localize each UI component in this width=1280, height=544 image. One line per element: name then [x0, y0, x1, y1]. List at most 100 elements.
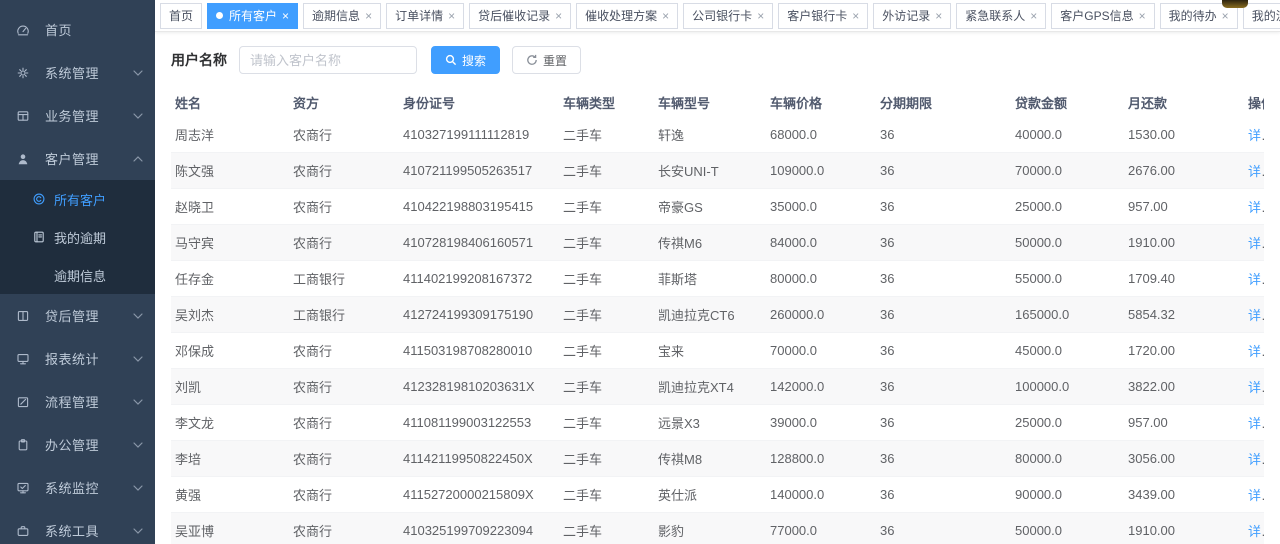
sidebar-item-overdue-info[interactable]: 逾期信息	[0, 256, 155, 294]
sidebar-item-system-tools[interactable]: 系统工具	[0, 509, 155, 544]
tab-postloan-collection-records[interactable]: 贷后催收记录×	[469, 3, 571, 29]
gear-icon	[15, 65, 31, 81]
cell-installments: 36	[876, 117, 1011, 153]
cell-installments: 36	[876, 513, 1011, 544]
cell-id-number: 410325199709223094	[399, 513, 559, 544]
sidebar-nav: 首页系统管理业务管理客户管理所有客户我的逾期逾期信息贷后管理报表统计流程管理办公…	[0, 0, 155, 544]
sidebar-item-label: 系统工具	[45, 521, 133, 540]
tab-list: 首页所有客户×逾期信息×订单详情×贷后催收记录×催收处理方案×公司银行卡×客户银…	[160, 3, 1280, 29]
cell-installments: 36	[876, 297, 1011, 333]
detail-link[interactable]: 详情	[1248, 272, 1264, 287]
cell-loan-amount: 55000.0	[1011, 261, 1124, 297]
detail-link[interactable]: 详情	[1248, 416, 1264, 431]
sidebar-item-home[interactable]: 首页	[0, 8, 155, 51]
report-monitor-icon	[15, 351, 31, 367]
cell-funder: 农商行	[289, 153, 399, 189]
sidebar-item-all-customers[interactable]: 所有客户	[0, 180, 155, 218]
sidebar-item-system-monitor[interactable]: 系统监控	[0, 466, 155, 509]
tab-close-icon[interactable]: ×	[852, 10, 859, 22]
sidebar-item-customer-mgmt[interactable]: 客户管理	[0, 137, 155, 180]
tab-all-customers[interactable]: 所有客户×	[207, 3, 298, 29]
table-row: 吴刘杰工商银行412724199309175190二手车凯迪拉克CT626000…	[171, 297, 1264, 333]
tab-label: 外访记录	[882, 7, 930, 24]
columns-icon	[15, 308, 31, 324]
reset-button[interactable]: 重置	[512, 46, 581, 74]
tab-emergency-contacts[interactable]: 紧急联系人×	[956, 3, 1046, 29]
table-row: 李文龙农商行411081199003122553二手车远景X339000.036…	[171, 405, 1264, 441]
sidebar-item-system-mgmt[interactable]: 系统管理	[0, 51, 155, 94]
table-row: 陈文强农商行410721199505263517二手车长安UNI-T109000…	[171, 153, 1264, 189]
tab-label: 客户银行卡	[787, 7, 847, 24]
cell-funder: 农商行	[289, 225, 399, 261]
detail-link[interactable]: 详情	[1248, 524, 1264, 539]
cell-funder: 农商行	[289, 405, 399, 441]
tab-label: 我的流程	[1252, 7, 1280, 24]
tab-home[interactable]: 首页	[160, 3, 202, 29]
column-header: 资方	[289, 87, 399, 117]
cell-actions: 详情	[1244, 261, 1264, 297]
cell-vehicle-type: 二手车	[559, 405, 654, 441]
cell-funder: 农商行	[289, 441, 399, 477]
cell-id-number: 410728198406160571	[399, 225, 559, 261]
cell-loan-amount: 50000.0	[1011, 225, 1124, 261]
tab-close-icon[interactable]: ×	[365, 10, 372, 22]
cell-name: 陈文强	[171, 153, 289, 189]
cell-vehicle-price: 260000.0	[766, 297, 876, 333]
detail-link[interactable]: 详情	[1248, 452, 1264, 467]
tab-close-icon[interactable]: ×	[935, 10, 942, 22]
detail-link[interactable]: 详情	[1248, 200, 1264, 215]
tab-order-detail[interactable]: 订单详情 ×	[386, 3, 464, 29]
tab-close-icon[interactable]: ×	[1030, 10, 1037, 22]
cell-monthly-payment: 5854.32	[1124, 297, 1244, 333]
tab-visit-records[interactable]: 外访记录 ×	[873, 3, 951, 29]
cell-loan-amount: 100000.0	[1011, 369, 1124, 405]
tab-close-icon[interactable]: ×	[282, 10, 289, 22]
sidebar-item-label: 逾期信息	[54, 266, 106, 285]
detail-link[interactable]: 详情	[1248, 164, 1264, 179]
tab-company-bank-card[interactable]: 公司银行卡×	[683, 3, 773, 29]
cell-funder: 农商行	[289, 369, 399, 405]
detail-link[interactable]: 详情	[1248, 308, 1264, 323]
detail-link[interactable]: 详情	[1248, 128, 1264, 143]
cell-vehicle-model: 凯迪拉克XT4	[654, 369, 766, 405]
tab-close-icon[interactable]: ×	[555, 10, 562, 22]
tab-label: 订单详情	[395, 7, 443, 24]
cell-actions: 详情	[1244, 369, 1264, 405]
cell-vehicle-model: 传祺M8	[654, 441, 766, 477]
detail-link[interactable]: 详情	[1248, 344, 1264, 359]
cell-loan-amount: 40000.0	[1011, 117, 1124, 153]
chevron-down-icon	[133, 113, 143, 119]
tab-customer-bank-card[interactable]: 客户银行卡 ×	[778, 3, 868, 29]
sidebar-item-process-mgmt[interactable]: 流程管理	[0, 380, 155, 423]
table-row: 周志洋农商行410327199111112819二手车轩逸68000.03640…	[171, 117, 1264, 153]
cell-actions: 详情	[1244, 441, 1264, 477]
tab-close-icon[interactable]: ×	[1222, 10, 1229, 22]
search-input[interactable]	[239, 46, 417, 74]
cell-vehicle-price: 80000.0	[766, 261, 876, 297]
sidebar-item-report-stats[interactable]: 报表统计	[0, 337, 155, 380]
tab-close-icon[interactable]: ×	[662, 10, 669, 22]
tab-close-icon[interactable]: ×	[757, 10, 764, 22]
reset-button-label: 重置	[543, 52, 567, 69]
sidebar-item-office-mgmt[interactable]: 办公管理	[0, 423, 155, 466]
sidebar-item-business-mgmt[interactable]: 业务管理	[0, 94, 155, 137]
tab-my-process[interactable]: 我的流程×	[1243, 3, 1280, 29]
tab-close-icon[interactable]: ×	[448, 10, 455, 22]
search-button[interactable]: 搜索	[431, 46, 500, 74]
detail-link[interactable]: 详情	[1248, 236, 1264, 251]
sidebar-item-label: 流程管理	[45, 392, 133, 411]
cell-vehicle-price: 77000.0	[766, 513, 876, 544]
detail-link[interactable]: 详情	[1248, 380, 1264, 395]
cell-monthly-payment: 1910.00	[1124, 513, 1244, 544]
tab-collection-plan[interactable]: 催收处理方案×	[576, 3, 678, 29]
cell-vehicle-price: 140000.0	[766, 477, 876, 513]
customers-table-wrap: 姓名资方身份证号车辆类型车辆型号车辆价格分期期限贷款金额月还款操作 周志洋农商行…	[155, 87, 1280, 544]
sidebar-item-my-overdue[interactable]: 我的逾期	[0, 218, 155, 256]
sidebar-item-postloan-mgmt[interactable]: 贷后管理	[0, 294, 155, 337]
table-row: 刘凯农商行41232819810203631X二手车凯迪拉克XT4142000.…	[171, 369, 1264, 405]
tab-close-icon[interactable]: ×	[1139, 10, 1146, 22]
cell-id-number: 410422198803195415	[399, 189, 559, 225]
tab-overdue-info[interactable]: 逾期信息×	[303, 3, 381, 29]
detail-link[interactable]: 详情	[1248, 488, 1264, 503]
tab-customer-gps[interactable]: 客户GPS信息×	[1051, 3, 1154, 29]
